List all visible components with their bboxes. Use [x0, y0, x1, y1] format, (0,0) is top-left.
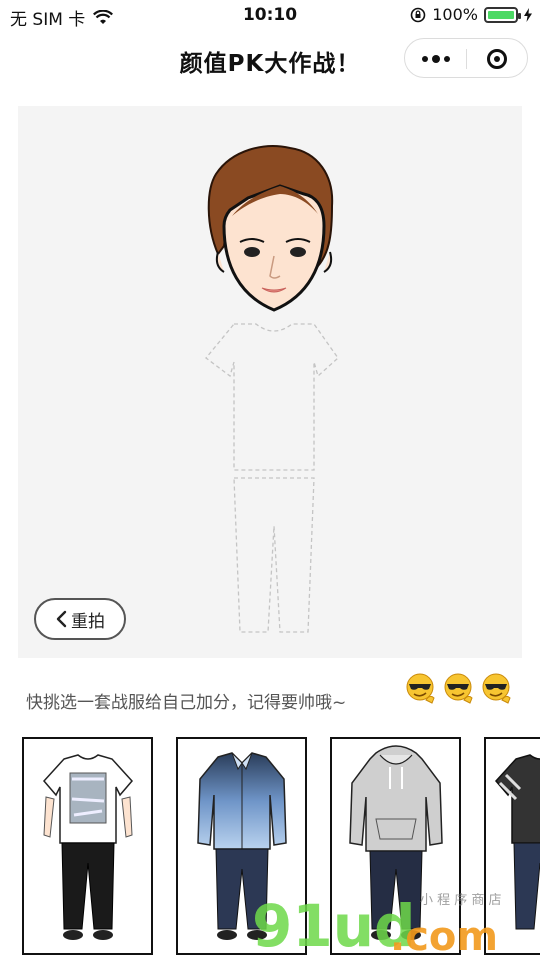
more-dots-icon[interactable]	[405, 39, 466, 79]
outfit-illustration	[197, 752, 287, 940]
retake-label: 重拍	[71, 611, 105, 632]
cool-face-emoji-icon	[444, 673, 473, 704]
mini-program-capsule	[404, 38, 528, 78]
outfit-list	[22, 737, 540, 960]
nav-bar: 颜值PK大作战！	[0, 32, 540, 88]
retake-button[interactable]: 重拍	[34, 598, 126, 640]
status-right: 100%	[410, 5, 532, 24]
target-close-icon[interactable]	[467, 39, 527, 79]
battery-icon	[484, 6, 521, 23]
outfit-card-grey-hoodie[interactable]	[330, 737, 461, 955]
status-bar: 无 SIM 卡 10:10 100%	[0, 0, 540, 32]
battery-percent: 100%	[432, 5, 478, 24]
outfit-card-blue-shirt[interactable]	[176, 737, 307, 955]
cool-face-emoji-icon	[482, 673, 511, 704]
avatar-stage: 重拍	[18, 106, 522, 658]
orientation-lock-icon	[410, 7, 426, 22]
charging-icon	[524, 7, 532, 22]
clothing-placeholder	[205, 323, 339, 633]
outfit-illustration	[42, 754, 134, 940]
avatar-figure	[205, 145, 339, 633]
outfit-card-white-tee[interactable]	[22, 737, 153, 955]
chevron-left-icon	[56, 610, 67, 628]
sunglasses-emoji-group	[404, 672, 512, 704]
outfit-card-striped-tee[interactable]	[484, 737, 540, 955]
outfit-illustration	[349, 745, 443, 940]
hint-text: 快挑选一套战服给自己加分，记得要帅哦~	[26, 693, 347, 713]
outfit-illustration	[494, 754, 540, 930]
avatar-head	[207, 145, 334, 312]
cool-face-emoji-icon	[406, 673, 435, 704]
